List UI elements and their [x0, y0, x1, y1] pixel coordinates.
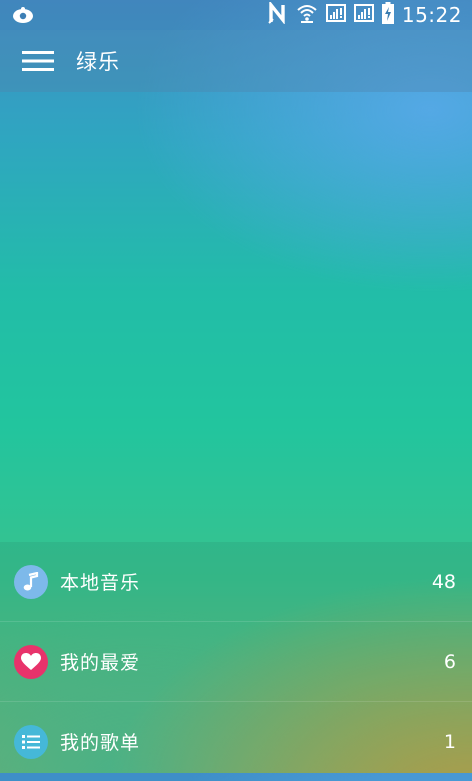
- menu-item-count: 6: [443, 650, 456, 673]
- toolbar: 绿乐: [0, 30, 472, 92]
- library-menu-list: 本地音乐 48 我的最爱 6 我的歌单 1: [0, 542, 472, 773]
- menu-item-label: 我的歌单: [60, 732, 141, 754]
- battery-charging-icon: [381, 2, 394, 28]
- menu-item-label: 本地音乐: [60, 572, 141, 594]
- heart-icon: [14, 644, 48, 679]
- app-notification-icon: [12, 4, 34, 26]
- menu-item-label: 我的最爱: [60, 652, 141, 674]
- sim1-signal-icon: [325, 3, 346, 27]
- menu-item-favorites[interactable]: 我的最爱 6: [0, 622, 472, 702]
- wifi-icon: [296, 2, 318, 28]
- menu-item-count: 48: [431, 570, 456, 593]
- status-bar: 15:22: [0, 0, 472, 30]
- nfc-icon: [268, 0, 288, 28]
- menu-item-playlists[interactable]: 我的歌单 1: [0, 702, 472, 781]
- list-icon: [14, 724, 48, 759]
- music-note-icon: [14, 564, 48, 599]
- menu-item-local-music[interactable]: 本地音乐 48: [0, 542, 472, 622]
- status-time: 15:22: [401, 3, 462, 27]
- hamburger-menu-icon[interactable]: [18, 41, 58, 81]
- sim2-signal-icon: [353, 3, 374, 27]
- menu-item-count: 1: [443, 730, 456, 753]
- app-title: 绿乐: [76, 50, 120, 74]
